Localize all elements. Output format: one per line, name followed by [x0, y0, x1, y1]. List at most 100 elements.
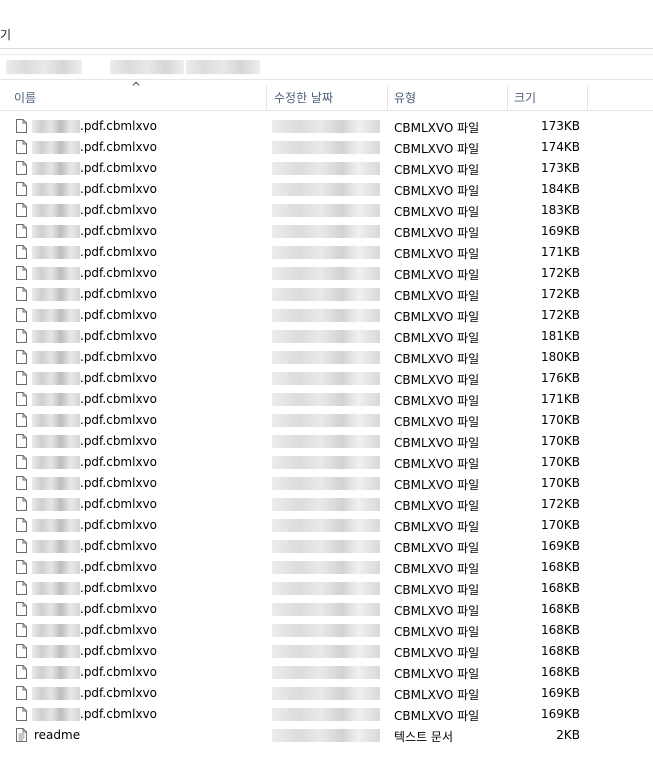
file-name: readme [34, 728, 81, 742]
file-name: .pdf.cbmlxvo [80, 203, 157, 217]
file-row[interactable]: .pdf.cbmlxvo CBMLXVO 파일 168KB [0, 620, 653, 641]
file-date-redacted [272, 267, 380, 280]
file-size: 170KB [540, 455, 580, 469]
file-size: 174KB [540, 140, 580, 154]
file-row[interactable]: .pdf.cbmlxvo CBMLXVO 파일 171KB [0, 389, 653, 410]
file-size: 184KB [540, 182, 580, 196]
file-date-redacted [272, 393, 380, 406]
file-row[interactable]: .pdf.cbmlxvo CBMLXVO 파일 170KB [0, 515, 653, 536]
file-row[interactable]: .pdf.cbmlxvo CBMLXVO 파일 170KB [0, 473, 653, 494]
file-type: CBMLXVO 파일 [394, 688, 480, 702]
file-row[interactable]: .pdf.cbmlxvo CBMLXVO 파일 168KB [0, 557, 653, 578]
file-icon [16, 350, 27, 364]
file-row[interactable]: .pdf.cbmlxvo CBMLXVO 파일 169KB [0, 683, 653, 704]
file-row[interactable]: .pdf.cbmlxvo CBMLXVO 파일 168KB [0, 641, 653, 662]
file-row[interactable]: .pdf.cbmlxvo CBMLXVO 파일 169KB [0, 704, 653, 725]
file-row[interactable]: .pdf.cbmlxvo CBMLXVO 파일 170KB [0, 431, 653, 452]
file-icon [16, 602, 27, 616]
file-row[interactable]: .pdf.cbmlxvo CBMLXVO 파일 172KB [0, 263, 653, 284]
file-name-redacted [32, 582, 80, 595]
file-size: 168KB [540, 644, 580, 658]
file-name: .pdf.cbmlxvo [80, 581, 157, 595]
file-type: CBMLXVO 파일 [394, 583, 480, 597]
file-row[interactable]: .pdf.cbmlxvo CBMLXVO 파일 181KB [0, 326, 653, 347]
file-row[interactable]: .pdf.cbmlxvo CBMLXVO 파일 170KB [0, 410, 653, 431]
column-divider[interactable] [507, 86, 508, 110]
file-row[interactable]: .pdf.cbmlxvo CBMLXVO 파일 183KB [0, 200, 653, 221]
file-date-redacted [272, 141, 380, 154]
window-title-fragment: 기 [0, 28, 12, 42]
file-row[interactable]: .pdf.cbmlxvo CBMLXVO 파일 169KB [0, 536, 653, 557]
column-divider[interactable] [387, 86, 388, 110]
column-header-name[interactable]: 이름 [14, 86, 36, 110]
file-icon [16, 371, 27, 385]
file-type: CBMLXVO 파일 [394, 121, 480, 135]
file-size: 168KB [540, 602, 580, 616]
file-name-redacted [32, 561, 80, 574]
file-name-redacted [32, 141, 80, 154]
file-row[interactable]: .pdf.cbmlxvo CBMLXVO 파일 174KB [0, 137, 653, 158]
file-type: CBMLXVO 파일 [394, 184, 480, 198]
file-type: CBMLXVO 파일 [394, 394, 480, 408]
file-row[interactable]: .pdf.cbmlxvo CBMLXVO 파일 173KB [0, 158, 653, 179]
file-name: .pdf.cbmlxvo [80, 434, 157, 448]
file-size: 169KB [540, 707, 580, 721]
file-date-redacted [272, 708, 380, 721]
file-type: CBMLXVO 파일 [394, 436, 480, 450]
address-path-redacted [110, 60, 184, 74]
file-date-redacted [272, 561, 380, 574]
file-type: CBMLXVO 파일 [394, 541, 480, 555]
file-icon [16, 707, 27, 721]
file-row[interactable]: .pdf.cbmlxvo CBMLXVO 파일 184KB [0, 179, 653, 200]
file-row[interactable]: .pdf.cbmlxvo CBMLXVO 파일 170KB [0, 452, 653, 473]
file-row[interactable]: .pdf.cbmlxvo CBMLXVO 파일 173KB [0, 116, 653, 137]
file-name-redacted [32, 225, 80, 238]
file-name: .pdf.cbmlxvo [80, 602, 157, 616]
file-name-redacted [32, 183, 80, 196]
file-name: .pdf.cbmlxvo [80, 266, 157, 280]
file-date-redacted [272, 456, 380, 469]
file-row[interactable]: .pdf.cbmlxvo CBMLXVO 파일 169KB [0, 221, 653, 242]
file-name: .pdf.cbmlxvo [80, 308, 157, 322]
file-type: CBMLXVO 파일 [394, 604, 480, 618]
column-header-size[interactable]: 크기 [514, 86, 536, 110]
file-name-redacted [32, 393, 80, 406]
file-size: 172KB [540, 266, 580, 280]
file-name-redacted [32, 666, 80, 679]
file-type: CBMLXVO 파일 [394, 667, 480, 681]
file-row[interactable]: readme 텍스트 문서 2KB [0, 725, 653, 746]
address-path-redacted [186, 60, 260, 74]
file-name-redacted [32, 204, 80, 217]
file-icon [16, 161, 27, 175]
column-divider[interactable] [587, 86, 588, 110]
file-size: 173KB [540, 161, 580, 175]
file-icon [16, 539, 27, 553]
file-name-redacted [32, 624, 80, 637]
file-type: CBMLXVO 파일 [394, 268, 480, 282]
file-name: .pdf.cbmlxvo [80, 707, 157, 721]
file-row[interactable]: .pdf.cbmlxvo CBMLXVO 파일 172KB [0, 494, 653, 515]
file-row[interactable]: .pdf.cbmlxvo CBMLXVO 파일 176KB [0, 368, 653, 389]
file-row[interactable]: .pdf.cbmlxvo CBMLXVO 파일 168KB [0, 599, 653, 620]
file-name: .pdf.cbmlxvo [80, 644, 157, 658]
file-row[interactable]: .pdf.cbmlxvo CBMLXVO 파일 168KB [0, 662, 653, 683]
file-type: CBMLXVO 파일 [394, 331, 480, 345]
file-date-redacted [272, 372, 380, 385]
file-size: 170KB [540, 413, 580, 427]
file-row[interactable]: .pdf.cbmlxvo CBMLXVO 파일 171KB [0, 242, 653, 263]
file-date-redacted [272, 582, 380, 595]
file-row[interactable]: .pdf.cbmlxvo CBMLXVO 파일 172KB [0, 305, 653, 326]
file-type: CBMLXVO 파일 [394, 163, 480, 177]
column-header-modified[interactable]: 수정한 날짜 [274, 86, 333, 110]
file-icon [16, 266, 27, 280]
file-size: 170KB [540, 476, 580, 490]
file-row[interactable]: .pdf.cbmlxvo CBMLXVO 파일 180KB [0, 347, 653, 368]
address-bar[interactable] [0, 54, 653, 80]
file-date-redacted [272, 687, 380, 700]
file-icon [16, 665, 27, 679]
column-header-type[interactable]: 유형 [394, 86, 416, 110]
file-name: .pdf.cbmlxvo [80, 224, 157, 238]
file-row[interactable]: .pdf.cbmlxvo CBMLXVO 파일 168KB [0, 578, 653, 599]
column-divider[interactable] [266, 86, 267, 110]
file-row[interactable]: .pdf.cbmlxvo CBMLXVO 파일 172KB [0, 284, 653, 305]
